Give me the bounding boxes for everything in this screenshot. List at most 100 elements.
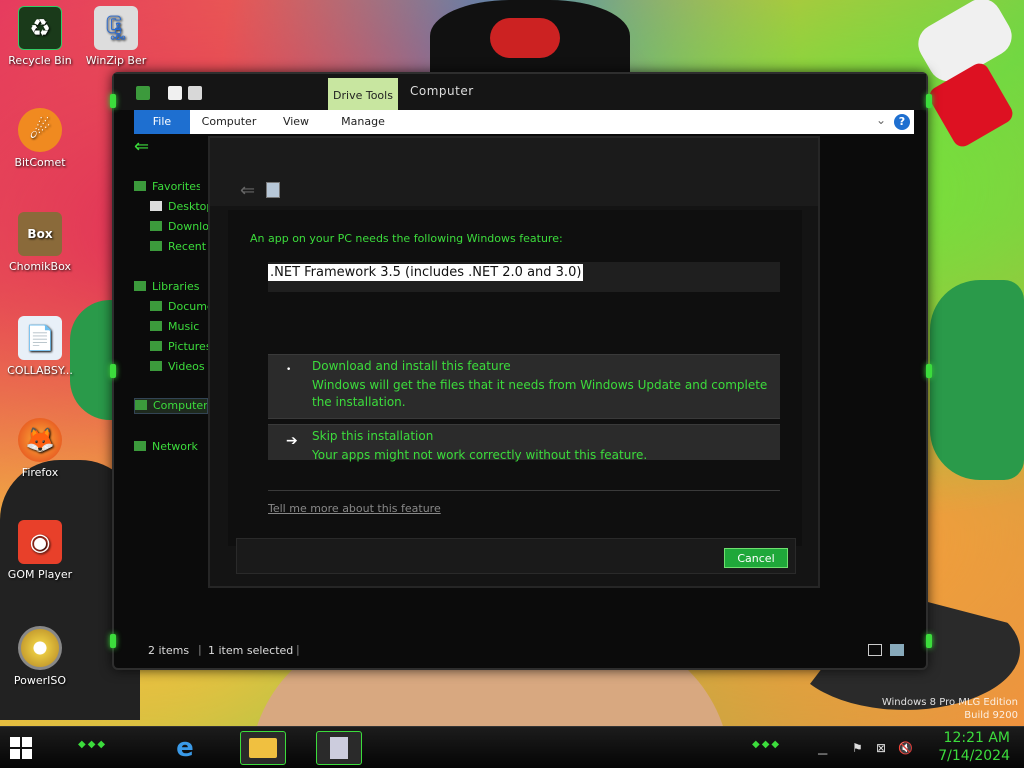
desktop-icon-label: PowerISO: [13, 674, 67, 687]
desktop-icon-firefox[interactable]: 🦊 Firefox: [2, 418, 78, 479]
nav-item-computer[interactable]: Computer: [134, 398, 208, 414]
windows-features-icon: [266, 182, 280, 198]
nav-item-documents[interactable]: Documents: [150, 300, 216, 316]
watermark-build: Build 9200: [964, 710, 1018, 721]
windows-features-taskbar-button[interactable]: [316, 731, 362, 765]
nav-item-favorites[interactable]: Favorites: [134, 180, 200, 196]
nav-item-label: Libraries: [152, 280, 200, 293]
window-app-icon[interactable]: [136, 86, 150, 100]
option-description: Windows will get the files that it needs…: [312, 378, 768, 409]
network-disconnected-icon[interactable]: ⊠: [876, 741, 890, 755]
desktop-icon-label: Firefox: [21, 466, 59, 479]
taskbar-glow-dots: ◆◆◆: [752, 739, 782, 750]
help-button[interactable]: ?: [894, 114, 910, 130]
glow-accent: [110, 364, 116, 378]
network-icon: [134, 441, 146, 451]
internet-explorer-icon[interactable]: e: [162, 731, 208, 765]
windows-logo-pane: [22, 749, 32, 759]
feature-list: .NET Framework 3.5 (includes .NET 2.0 an…: [268, 262, 780, 292]
documents-icon: [150, 301, 162, 311]
tell-me-more-link[interactable]: Tell me more about this feature: [268, 502, 441, 515]
navigation-pane: ⇐ Favorites Desktop Downloads Recent pla…: [134, 136, 216, 636]
glow-accent: [110, 94, 116, 108]
action-center-flag-icon[interactable]: ⚑: [852, 741, 866, 755]
new-folder-icon[interactable]: [188, 86, 202, 100]
desktop-icon-chomikbox[interactable]: Box ChomikBox: [2, 212, 78, 273]
nav-item-desktop[interactable]: Desktop: [150, 200, 216, 216]
tab-view[interactable]: View: [272, 110, 320, 134]
videos-icon: [150, 361, 162, 371]
nav-item-label: Videos: [168, 360, 205, 373]
option-title: Skip this installation: [312, 429, 434, 443]
details-view-icon[interactable]: [868, 644, 882, 656]
pictures-icon: [150, 341, 162, 351]
desktop-icon-gom-player[interactable]: ◉ GOM Player: [2, 520, 78, 581]
status-bar: 2 items | 1 item selected |: [134, 640, 914, 662]
poweriso-icon: [18, 626, 62, 670]
desktop-icon-collabsy[interactable]: 📄 COLLABSY...: [2, 316, 78, 377]
option-description: Your apps might not work correctly witho…: [312, 448, 648, 462]
item-count: 2 items: [148, 644, 190, 657]
nav-item-downloads[interactable]: Downloads: [150, 220, 216, 236]
show-hidden-icons-icon[interactable]: ▁: [818, 741, 832, 755]
desktop-icon-recycle-bin[interactable]: ♻ Recycle Bin: [2, 6, 78, 67]
tab-manage[interactable]: Manage: [328, 110, 398, 134]
explorer-window: Drive Tools Computer File Computer View …: [110, 72, 932, 670]
nav-item-libraries[interactable]: Libraries: [134, 280, 200, 296]
music-icon: [150, 321, 162, 331]
nav-item-music[interactable]: Music: [150, 320, 216, 336]
system-clock[interactable]: 12:21 AM 7/14/2024: [938, 729, 1010, 765]
windows-features-dialog: ⇐ An app on your PC needs the following …: [208, 136, 820, 588]
desktop-icon-bitcomet[interactable]: ☄ BitComet: [2, 108, 78, 169]
dialog-header: ⇐: [210, 138, 818, 206]
tab-file[interactable]: File: [134, 110, 190, 134]
nav-item-pictures[interactable]: Pictures: [150, 340, 216, 356]
expand-ribbon-chevron-icon[interactable]: ⌄: [876, 113, 886, 127]
recent-folder-icon: [150, 241, 162, 251]
libraries-icon: [134, 281, 146, 291]
recycle-bin-icon: ♻: [18, 6, 62, 50]
nav-item-label: Music: [168, 320, 200, 333]
back-arrow-icon[interactable]: ⇐: [240, 180, 255, 201]
glow-accent: [926, 94, 932, 108]
volume-muted-icon[interactable]: 🔇: [898, 741, 913, 755]
windows-features-icon: [330, 737, 348, 759]
drive-tools-tab-group[interactable]: Drive Tools: [328, 78, 398, 110]
desktop-icon-label: Recycle Bin: [8, 54, 72, 67]
properties-icon[interactable]: [168, 86, 182, 100]
nav-item-recent[interactable]: Recent places: [150, 240, 216, 256]
back-arrow-icon[interactable]: ⇐: [134, 136, 149, 157]
file-explorer-taskbar-button[interactable]: [240, 731, 286, 765]
desktop-icon-winzip[interactable]: 🗜 WinZip Ber: [78, 6, 154, 67]
dialog-footer: [236, 538, 796, 574]
desktop-icon-label: ChomikBox: [9, 260, 71, 273]
glow-accent: [110, 634, 116, 648]
cancel-button[interactable]: Cancel: [724, 548, 788, 568]
option-title: Download and install this feature: [312, 359, 511, 373]
winzip-icon: 🗜: [94, 6, 138, 50]
folder-icon: [249, 738, 277, 758]
large-icons-view-icon[interactable]: [890, 644, 904, 656]
chomikbox-icon: Box: [18, 212, 62, 256]
windows-logo-pane: [10, 737, 20, 747]
nav-item-label: Favorites: [152, 180, 200, 193]
download-install-option[interactable]: • Download and install this feature Wind…: [268, 354, 780, 418]
os-watermark: Windows 8 Pro MLG Edition Build 9200: [882, 696, 1018, 722]
window-title: Computer: [410, 84, 474, 98]
desktop-icon-poweriso[interactable]: PowerISO: [2, 626, 78, 687]
option-bullet-icon: •: [286, 365, 292, 375]
taskbar-glow-dots: ◆◆◆: [78, 739, 108, 750]
nav-item-videos[interactable]: Videos: [150, 360, 216, 376]
glow-accent: [926, 634, 932, 648]
nav-item-label: Desktop: [168, 200, 214, 213]
collabsy-icon: 📄: [18, 316, 62, 360]
nav-item-network[interactable]: Network: [134, 440, 200, 456]
nav-item-label: Network: [152, 440, 198, 453]
tab-computer[interactable]: Computer: [194, 110, 264, 134]
firefox-icon: 🦊: [18, 418, 62, 462]
star-icon: [134, 181, 146, 191]
wallpaper-sneaker-right: [930, 280, 1024, 480]
watermark-edition: Windows 8 Pro MLG Edition: [881, 697, 1018, 708]
start-button[interactable]: [10, 737, 32, 759]
skip-installation-option[interactable]: ➔ Skip this installation Your apps might…: [268, 424, 780, 462]
